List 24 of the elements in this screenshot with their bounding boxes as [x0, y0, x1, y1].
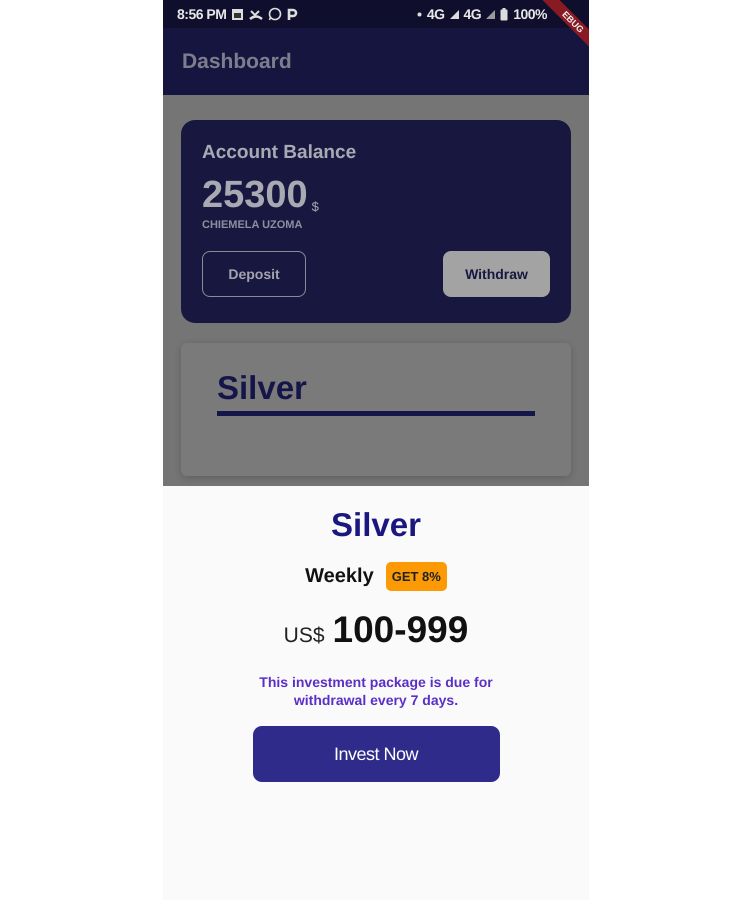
package-description: This investment package is due for withdrawal every 7 days.: [258, 673, 494, 710]
parking-icon: [287, 8, 298, 20]
rate-badge: GET 8%: [386, 562, 447, 591]
sheet-title: Silver: [331, 506, 421, 544]
network-label: 4G: [464, 6, 482, 22]
battery-icon: [500, 8, 508, 20]
signal-icon: [486, 10, 496, 18]
clock: 8:56 PM: [177, 6, 226, 22]
price-range: 100-999: [332, 609, 468, 651]
app-bar-title: Dashboard: [182, 50, 292, 74]
invest-button[interactable]: Invest Now: [252, 726, 500, 782]
dot-icon: [416, 12, 422, 16]
signal-icon: [450, 10, 458, 18]
currency-label: US$: [284, 624, 325, 648]
currency-symbol: $: [312, 199, 319, 214]
balance-title: Account Balance: [202, 142, 358, 164]
battery-level: 100%: [513, 6, 547, 22]
withdraw-button[interactable]: Withdraw: [443, 251, 550, 297]
deposit-button[interactable]: Deposit: [202, 251, 306, 297]
frequency-label: Weekly: [305, 565, 374, 588]
package-title: Silver: [217, 369, 308, 407]
account-holder: CHIEMELA UZOMA: [202, 219, 304, 231]
balance-amount: 25300: [202, 176, 308, 214]
network-label: 4G: [426, 6, 444, 22]
